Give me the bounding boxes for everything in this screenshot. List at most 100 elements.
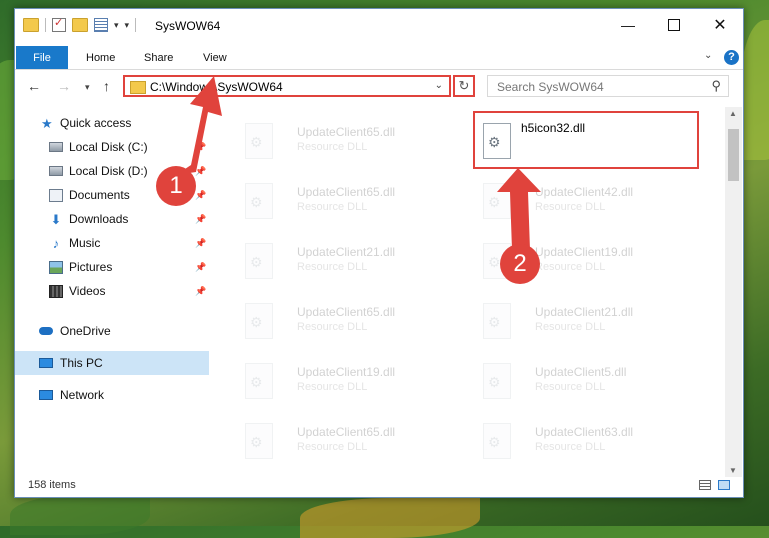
file-type: Resource DLL [535, 261, 606, 273]
sidebar-item-label: This PC [60, 356, 103, 370]
gear-icon: ⚙ [488, 134, 501, 150]
file-type: Resource DLL [535, 321, 606, 333]
sidebar-item-this-pc[interactable]: This PC [15, 351, 209, 375]
file-item[interactable]: ⚙ UpdateClient63.dll Resource DLL [473, 415, 703, 463]
file-item[interactable]: ⚙ UpdateClient42.dll Resource DLL [473, 175, 703, 235]
refresh-icon: ↻ [458, 78, 470, 93]
sidebar-item-music[interactable]: ♪ Music 📌 [15, 231, 209, 255]
pin-icon[interactable]: 📌 [195, 262, 206, 273]
maximize-button[interactable] [651, 9, 697, 41]
dll-file-icon: ⚙ [245, 303, 273, 339]
properties-icon[interactable] [94, 18, 108, 32]
title-bar: ▾ ▾ SysWOW64 — ✕ [15, 9, 743, 41]
dll-file-icon: ⚙ [483, 183, 511, 219]
gear-icon: ⚙ [488, 374, 501, 390]
pin-icon[interactable]: 📌 [195, 142, 206, 153]
sidebar-item-downloads[interactable]: ⬇ Downloads 📌 [15, 207, 209, 231]
maximize-icon [668, 19, 680, 31]
details-view-icon[interactable] [699, 480, 711, 490]
new-folder-icon[interactable] [72, 18, 88, 32]
file-type: Resource DLL [535, 201, 606, 213]
large-icons-view-icon[interactable] [718, 480, 730, 490]
tab-view[interactable]: View [203, 46, 227, 69]
chevron-down-icon[interactable]: ▾ [114, 20, 119, 31]
expand-ribbon-icon[interactable]: ⌄ [704, 50, 712, 61]
sidebar-item-pictures[interactable]: Pictures 📌 [15, 255, 209, 279]
file-item[interactable]: ⚙ UpdateClient65.dll Resource DLL [235, 175, 465, 235]
pin-icon[interactable]: 📌 [195, 214, 206, 225]
properties-check-icon[interactable] [52, 16, 66, 32]
gear-icon: ⚙ [488, 254, 501, 270]
sidebar-item-videos[interactable]: Videos 📌 [15, 279, 209, 303]
documents-icon [49, 188, 63, 202]
file-name: UpdateClient19.dll [297, 365, 396, 379]
sidebar-item-network[interactable]: Network [15, 383, 209, 407]
sidebar-item-label: OneDrive [60, 324, 111, 338]
file-name: UpdateClient65.dll [297, 425, 396, 439]
tab-share[interactable]: Share [144, 46, 173, 69]
status-bar: 158 items [15, 473, 743, 497]
scrollbar-thumb[interactable] [728, 129, 739, 181]
sidebar-item-local-disk-c[interactable]: Local Disk (C:) 📌 [15, 135, 209, 159]
pin-icon[interactable]: 📌 [195, 190, 206, 201]
file-item[interactable]: ⚙ UpdateClient65.dll Resource DLL [235, 415, 465, 463]
file-name: UpdateClient21.dll [535, 305, 634, 319]
pin-icon[interactable]: 📌 [195, 286, 206, 297]
search-input[interactable]: Search SysWOW64 ⚲ [487, 75, 729, 97]
dll-file-icon: ⚙ [483, 363, 511, 399]
drive-icon [49, 166, 63, 176]
file-item-h5icon32[interactable]: ⚙ h5icon32.dll [473, 111, 703, 175]
file-name: UpdateClient65.dll [297, 305, 396, 319]
dll-file-icon: ⚙ [245, 363, 273, 399]
sidebar-item-label: Documents [69, 188, 130, 202]
file-item[interactable]: ⚙ UpdateClient19.dll Resource DLL [235, 355, 465, 415]
address-bar[interactable]: C:\Windows\SysWOW64 ⌄ [123, 75, 451, 97]
gear-icon: ⚙ [250, 434, 263, 450]
file-item[interactable]: ⚙ UpdateClient5.dll Resource DLL [473, 355, 703, 415]
sidebar-item-onedrive[interactable]: OneDrive [15, 319, 209, 343]
forward-arrow-icon[interactable]: → [57, 78, 71, 94]
folder-icon [130, 81, 146, 94]
gear-icon: ⚙ [488, 194, 501, 210]
step-1-badge: 1 [156, 166, 196, 206]
file-type: Resource DLL [297, 201, 368, 213]
file-item[interactable]: ⚙ UpdateClient21.dll Resource DLL [235, 235, 465, 295]
dll-file-icon: ⚙ [245, 423, 273, 459]
refresh-button[interactable]: ↻ [453, 75, 475, 97]
tab-home[interactable]: Home [86, 46, 115, 69]
window-title: SysWOW64 [155, 19, 221, 33]
sidebar-item-label: Music [69, 236, 101, 250]
sidebar-item-label: Local Disk (D:) [69, 164, 148, 178]
network-icon [39, 390, 53, 400]
customize-toolbar-icon[interactable]: ▾ [125, 20, 130, 31]
minimize-button[interactable]: — [605, 9, 651, 41]
sidebar-item-label: Downloads [69, 212, 129, 226]
file-item[interactable]: ⚙ UpdateClient65.dll Resource DLL [235, 295, 465, 355]
chevron-down-icon[interactable]: ⌄ [435, 80, 443, 91]
star-icon: ★ [41, 115, 53, 131]
navigation-bar: ← → ▾ ↑ C:\Windows\SysWOW64 ⌄ ↻ Search S… [15, 70, 743, 103]
minimize-icon: — [621, 17, 635, 33]
scroll-up-icon[interactable]: ▲ [729, 109, 737, 118]
navigation-pane: ★ Quick access Local Disk (C:) 📌 Local D… [15, 107, 211, 463]
tab-file[interactable]: File [16, 46, 68, 69]
recent-locations-icon[interactable]: ▾ [85, 82, 90, 93]
help-icon[interactable]: ? [724, 50, 739, 65]
back-arrow-icon[interactable]: ← [27, 78, 41, 94]
sidebar-item-label: Pictures [69, 260, 113, 274]
close-button[interactable]: ✕ [697, 9, 743, 41]
file-name: UpdateClient65.dll [297, 125, 396, 139]
pin-icon[interactable]: 📌 [195, 238, 206, 249]
vertical-scrollbar[interactable]: ▲ ▼ [725, 107, 742, 477]
file-name: UpdateClient42.dll [535, 185, 634, 199]
file-explorer-window: ▾ ▾ SysWOW64 — ✕ File Home Share View ⌄ … [14, 8, 744, 498]
pin-icon[interactable]: 📌 [195, 166, 206, 177]
file-item[interactable]: ⚙ UpdateClient21.dll Resource DLL [473, 295, 703, 355]
search-placeholder: Search SysWOW64 [497, 80, 604, 94]
file-item[interactable]: ⚙ UpdateClient65.dll Resource DLL [235, 115, 465, 175]
cloud-icon [39, 327, 53, 335]
sidebar-item-quick-access[interactable]: ★ Quick access [15, 111, 209, 135]
file-type: Resource DLL [297, 441, 368, 453]
file-type: Resource DLL [297, 381, 368, 393]
up-arrow-icon[interactable]: ↑ [103, 78, 110, 94]
